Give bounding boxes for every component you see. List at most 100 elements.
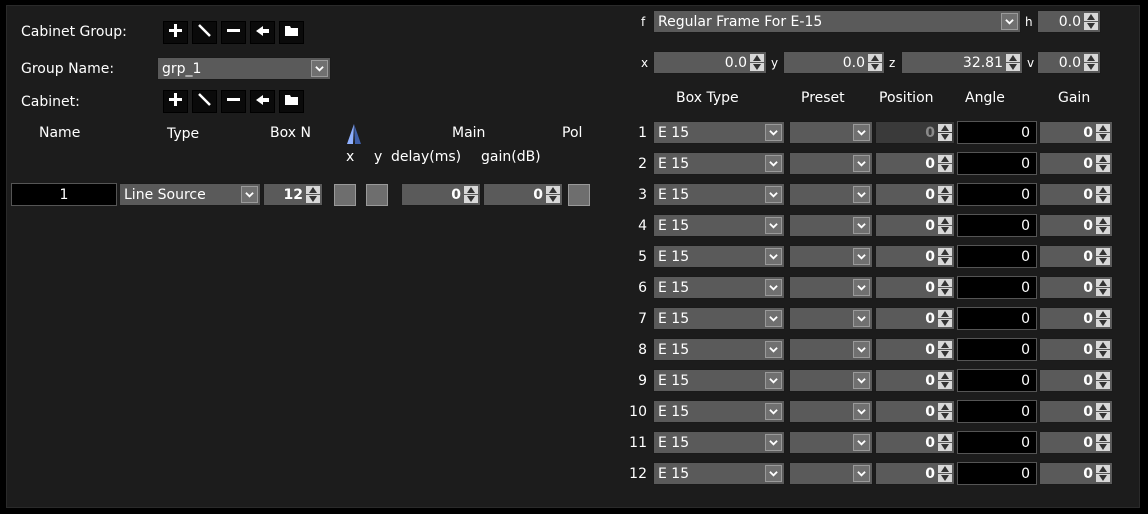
position-spinner[interactable]: 0 [875,338,955,361]
y-checkbox[interactable] [366,184,388,206]
spin-arrows-icon[interactable] [1096,124,1110,141]
preset-select[interactable] [789,121,873,144]
spin-arrows-icon[interactable] [1096,217,1110,234]
spin-arrows-icon[interactable] [1096,465,1110,482]
spin-arrows-icon[interactable] [1096,403,1110,420]
position-spinner[interactable]: 0 [875,400,955,423]
preset-select[interactable] [789,214,873,237]
remove-cabinet-group-button[interactable] [221,21,246,44]
box-type-select[interactable]: E 15 [653,400,785,423]
chevron-down-icon[interactable] [853,248,870,265]
box-type-select[interactable]: E 15 [653,245,785,268]
preset-select[interactable] [789,338,873,361]
spin-arrows-icon[interactable] [938,124,952,141]
chevron-down-icon[interactable] [311,60,328,77]
spin-arrows-icon[interactable] [938,217,952,234]
x-checkbox[interactable] [334,184,356,206]
position-spinner[interactable]: 0 [875,276,955,299]
preset-select[interactable] [789,400,873,423]
angle-field[interactable]: 0 [957,245,1037,268]
angle-field[interactable]: 0 [957,369,1037,392]
gain-row-spinner[interactable]: 0 [1039,338,1113,361]
preset-select[interactable] [789,369,873,392]
back-cabinet-group-button[interactable] [250,21,275,44]
angle-field[interactable]: 0 [957,431,1037,454]
spin-arrows-icon[interactable] [1096,155,1110,172]
spin-arrows-icon[interactable] [938,186,952,203]
box-type-select[interactable]: E 15 [653,152,785,175]
position-spinner[interactable]: 0 [875,183,955,206]
chevron-down-icon[interactable] [853,372,870,389]
chevron-down-icon[interactable] [765,310,782,327]
chevron-down-icon[interactable] [765,403,782,420]
chevron-down-icon[interactable] [853,310,870,327]
add-cabinet-group-button[interactable] [163,21,188,44]
position-spinner[interactable]: 0 [875,245,955,268]
angle-field[interactable]: 0 [957,121,1037,144]
chevron-down-icon[interactable] [853,341,870,358]
y-spinner[interactable]: 0.0 [783,51,885,74]
edit-cabinet-button[interactable] [192,90,217,113]
chevron-down-icon[interactable] [765,248,782,265]
chevron-down-icon[interactable] [765,217,782,234]
cabinet-name-field[interactable]: 1 [11,183,117,206]
box-type-select[interactable]: E 15 [653,431,785,454]
z-spinner[interactable]: 32.81 [901,51,1023,74]
gain-row-spinner[interactable]: 0 [1039,276,1113,299]
v-spinner[interactable]: 0.0 [1037,51,1101,74]
box-type-select[interactable]: E 15 [653,338,785,361]
box-n-spinner[interactable]: 12 [263,183,323,206]
chevron-down-icon[interactable] [765,186,782,203]
spin-arrows-icon[interactable] [1096,248,1110,265]
box-type-select[interactable]: E 15 [653,183,785,206]
spin-arrows-icon[interactable] [938,155,952,172]
chevron-down-icon[interactable] [853,465,870,482]
back-cabinet-button[interactable] [250,90,275,113]
gain-row-spinner[interactable]: 0 [1039,400,1113,423]
edit-cabinet-group-button[interactable] [192,21,217,44]
spin-arrows-icon[interactable] [1006,54,1020,71]
preset-select[interactable] [789,183,873,206]
chevron-down-icon[interactable] [853,279,870,296]
position-spinner[interactable]: 0 [875,462,955,485]
spin-arrows-icon[interactable] [938,465,952,482]
position-spinner[interactable]: 0 [875,307,955,330]
polarity-checkbox[interactable] [568,184,590,206]
spin-arrows-icon[interactable] [1096,186,1110,203]
spin-arrows-icon[interactable] [938,372,952,389]
chevron-down-icon[interactable] [853,186,870,203]
preset-select[interactable] [789,431,873,454]
cabinet-type-select[interactable]: Line Source [119,183,261,206]
preset-select[interactable] [789,307,873,330]
add-cabinet-button[interactable] [163,90,188,113]
angle-field[interactable]: 0 [957,214,1037,237]
spin-arrows-icon[interactable] [1096,372,1110,389]
angle-field[interactable]: 0 [957,400,1037,423]
chevron-down-icon[interactable] [853,124,870,141]
angle-field[interactable]: 0 [957,462,1037,485]
gain-row-spinner[interactable]: 0 [1039,183,1113,206]
angle-field[interactable]: 0 [957,183,1037,206]
chevron-down-icon[interactable] [765,434,782,451]
chevron-down-icon[interactable] [853,434,870,451]
chevron-down-icon[interactable] [765,155,782,172]
spin-arrows-icon[interactable] [1096,434,1110,451]
gain-row-spinner[interactable]: 0 [1039,121,1113,144]
spin-arrows-icon[interactable] [546,186,560,203]
spin-arrows-icon[interactable] [1096,310,1110,327]
chevron-down-icon[interactable] [765,465,782,482]
group-name-select[interactable]: grp_1 [157,57,331,80]
spin-arrows-icon[interactable] [1084,13,1098,30]
gain-spinner[interactable]: 0 [483,183,563,206]
box-type-select[interactable]: E 15 [653,307,785,330]
gain-row-spinner[interactable]: 0 [1039,214,1113,237]
chevron-down-icon[interactable] [765,279,782,296]
remove-cabinet-button[interactable] [221,90,246,113]
spin-arrows-icon[interactable] [938,248,952,265]
x-spinner[interactable]: 0.0 [653,51,767,74]
spin-arrows-icon[interactable] [750,54,764,71]
chevron-down-icon[interactable] [241,186,258,203]
chevron-down-icon[interactable] [853,217,870,234]
chevron-down-icon[interactable] [1001,13,1018,30]
preset-select[interactable] [789,245,873,268]
